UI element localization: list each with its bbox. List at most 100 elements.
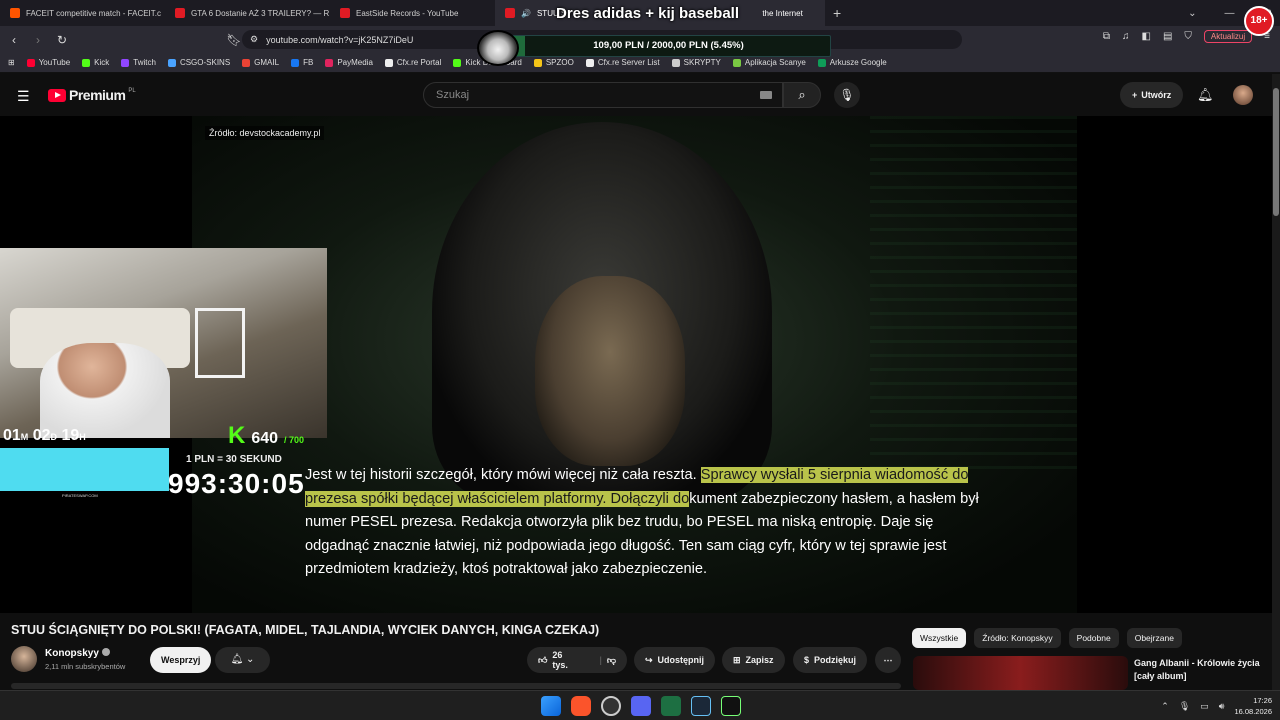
bookmark-item[interactable]: YouTube (26, 58, 70, 67)
microphone-icon: 🎙︎ (839, 88, 855, 102)
bookmark-item[interactable]: Arkusze Google (817, 58, 887, 67)
save-button[interactable]: ⊞ Zapisz (722, 647, 785, 673)
chip-related[interactable]: Podobne (1068, 628, 1119, 648)
url-text: youtube.com/watch?v=jK25NZ7iDeU (266, 34, 414, 45)
display-icon[interactable]: ▭ (1200, 701, 1209, 712)
obs-icon[interactable] (601, 696, 621, 716)
kick-logo-icon: K (228, 422, 246, 449)
discord-icon[interactable] (631, 696, 651, 716)
save-label: Zapisz (745, 655, 774, 665)
channel-name[interactable]: Konopskyy (45, 648, 110, 659)
age-18-badge: 18+ (1244, 6, 1274, 36)
faceit-icon (10, 8, 20, 18)
tab-list-chevron-icon[interactable]: ⌄ (1188, 8, 1196, 19)
bookmark-item[interactable]: Kick (82, 58, 109, 67)
microphone-icon[interactable]: 🎙︎ (1179, 701, 1190, 712)
bookmark-item[interactable]: CSGO-SKINS (167, 58, 231, 67)
bookmark-favicon-icon (121, 58, 130, 67)
recommended-thumbnail[interactable] (913, 656, 1128, 690)
thumbs-down-icon[interactable]: 👎︎ (607, 655, 616, 666)
bookmark-item[interactable]: FB (291, 58, 313, 67)
bookmark-item[interactable]: Cfx.re Server List (585, 58, 660, 67)
counter-max: / 700 (284, 435, 305, 445)
scroll-thumb[interactable] (1273, 88, 1279, 216)
search-placeholder: Szukaj (436, 89, 470, 101)
voice-search-button[interactable]: 🎙︎ (834, 82, 860, 108)
timer-hours: 19 (61, 427, 80, 444)
back-icon[interactable]: ‹ (4, 33, 24, 47)
tab-faceit[interactable]: FACEIT competitive match - FACEIT.c (0, 0, 165, 26)
share-button[interactable]: ↪ Udostępnij (634, 647, 716, 673)
music-icon[interactable]: ♫ (1122, 31, 1130, 42)
thanks-button[interactable]: $ Podziękuj (793, 647, 868, 673)
code-background (870, 116, 1077, 476)
speaker-icon: 🔊 (521, 8, 531, 18)
like-button[interactable]: 👍︎ 26 tys. | 👎︎ (527, 647, 627, 673)
chip-source[interactable]: Źródło: Konopskyy (974, 628, 1061, 648)
reload-icon[interactable]: ↻ (52, 33, 72, 47)
bookmark-favicon-icon (384, 58, 393, 67)
chip-all[interactable]: Wszystkie (912, 628, 967, 648)
excel-icon[interactable] (661, 696, 681, 716)
bookmark-item[interactable]: GMAIL (242, 58, 279, 67)
bookmark-favicon-icon (242, 58, 251, 67)
channel-avatar[interactable] (11, 646, 37, 672)
sidebar-icon[interactable]: ◧ (1142, 31, 1151, 42)
forward-icon[interactable]: › (28, 33, 48, 47)
notification-settings-button[interactable]: 🔔︎ ⌄ (215, 647, 270, 673)
video-player[interactable]: Źródło: devstockacademy.pl 01M 02D 19H K… (0, 116, 1272, 613)
timer-unit: M (20, 432, 29, 442)
app-icon[interactable] (721, 696, 741, 716)
bookmark-item[interactable]: SPZOO (533, 58, 574, 67)
wallet-icon[interactable]: ▤ (1163, 31, 1172, 42)
search-input[interactable]: Szukaj (423, 82, 783, 108)
tab-eastside[interactable]: EastSide Records - YouTube (330, 0, 495, 26)
keyboard-icon[interactable] (760, 91, 772, 99)
support-button[interactable]: Wesprzyj (150, 647, 212, 673)
windows-start-icon[interactable] (541, 696, 561, 716)
chip-watched[interactable]: Obejrzane (1126, 628, 1182, 648)
recommended-title[interactable]: Gang Albanii - Królowie życia [cały albu… (1134, 657, 1264, 683)
description-box[interactable] (11, 683, 901, 689)
tab-title: GTA 6 Dostanie AŻ 3 TRAILERY? — R (191, 8, 330, 18)
more-actions-button[interactable]: ⋯ (875, 647, 901, 673)
shield-icon[interactable]: ⛉ (1184, 31, 1192, 42)
youtube-logo[interactable]: Premium PL (48, 87, 136, 103)
bookmark-favicon-icon (453, 58, 462, 67)
tab-gta[interactable]: GTA 6 Dostanie AŻ 3 TRAILERY? — R (165, 0, 330, 26)
notifications-bell-icon[interactable]: 🔔︎ (1197, 87, 1214, 103)
new-tab-button[interactable]: + (833, 5, 841, 21)
minimize-icon[interactable]: — (1225, 8, 1235, 19)
clock-time: 17:26 (1253, 696, 1272, 705)
account-avatar[interactable] (1233, 85, 1253, 105)
timer-unit: D (50, 432, 58, 442)
bookmark-item[interactable]: SKRYPTY (671, 58, 721, 67)
bookmark-icon[interactable]: 🔖︎ (224, 33, 244, 47)
bookmark-favicon-icon (533, 58, 542, 67)
face (535, 276, 685, 466)
apps-grid-icon[interactable]: ⊞ (8, 58, 15, 67)
bookmark-item[interactable]: Cfx.re Portal (384, 58, 442, 67)
brave-icon[interactable] (571, 696, 591, 716)
page-scrollbar[interactable] (1272, 74, 1280, 690)
extensions-icon[interactable]: ⧉ (1103, 31, 1110, 42)
hamburger-menu-icon[interactable]: ☰ (17, 88, 30, 105)
timer-months: 01 (3, 427, 21, 444)
create-button[interactable]: + Utwórz (1120, 82, 1184, 108)
streamer-webcam (0, 248, 327, 438)
volume-icon[interactable]: 🔊︎ (1219, 701, 1225, 712)
bookmark-item[interactable]: Twitch (121, 58, 156, 67)
bookmark-label: Arkusze Google (829, 58, 887, 67)
tray-chevron-icon[interactable]: ⌃ (1161, 701, 1169, 712)
tab-title: EastSide Records - YouTube (356, 8, 459, 18)
bookmark-label: CSGO-SKINS (179, 58, 231, 67)
steam-icon[interactable] (691, 696, 711, 716)
clock[interactable]: 17:26 16.08.2026 (1234, 695, 1272, 717)
bookmark-label: Cfx.re Portal (396, 58, 442, 67)
bookmark-item[interactable]: Aplikacja Scanye (732, 58, 806, 67)
update-button[interactable]: Aktualizuj (1203, 30, 1253, 43)
search-button[interactable]: ⌕ (783, 82, 821, 108)
site-info-icon[interactable]: ⚙︎ (250, 34, 258, 45)
bookmark-item[interactable]: PayMedia (325, 58, 373, 67)
timer-days: 02 (32, 427, 51, 444)
